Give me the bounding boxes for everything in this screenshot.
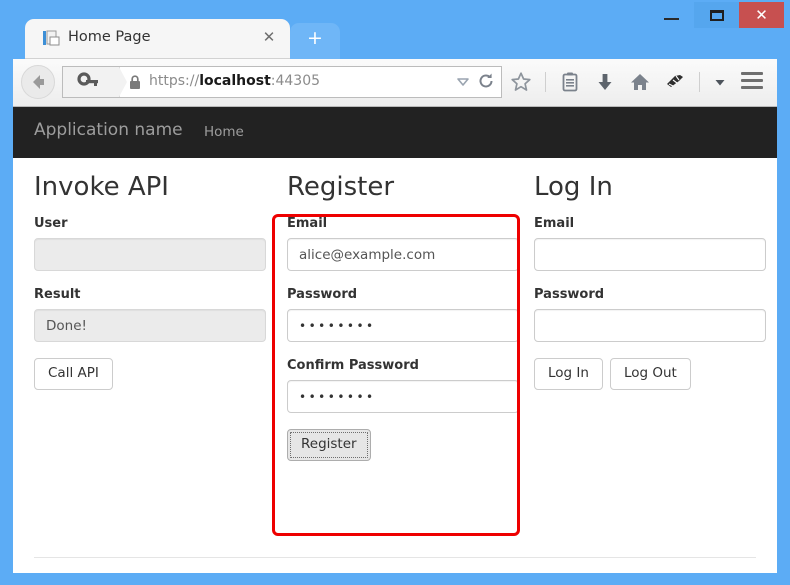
login-email-group: Email bbox=[534, 216, 766, 271]
result-label: Result bbox=[34, 287, 81, 302]
chevron-down-icon[interactable] bbox=[456, 74, 470, 88]
login-password-label: Password bbox=[534, 287, 605, 302]
new-tab-button[interactable]: + bbox=[290, 23, 340, 59]
site-identity-box[interactable] bbox=[63, 67, 127, 97]
register-password-input[interactable] bbox=[287, 309, 519, 342]
padlock-icon bbox=[130, 75, 140, 89]
browser-tab[interactable]: Home Page ✕ bbox=[25, 19, 290, 59]
minimize-icon bbox=[664, 17, 679, 20]
home-icon[interactable] bbox=[629, 71, 651, 93]
login-email-input[interactable] bbox=[534, 238, 766, 271]
register-button[interactable]: Register bbox=[287, 429, 371, 461]
invoke-api-title: Invoke API bbox=[34, 172, 169, 202]
register-email-group: Email bbox=[287, 216, 519, 271]
user-input[interactable] bbox=[34, 238, 266, 271]
back-arrow-icon bbox=[33, 75, 44, 89]
plus-icon: + bbox=[307, 27, 323, 49]
register-actions: Register bbox=[287, 429, 519, 461]
tab-close-icon[interactable]: ✕ bbox=[262, 30, 276, 45]
call-api-button[interactable]: Call API bbox=[34, 358, 113, 390]
url-port: :44305 bbox=[270, 73, 321, 89]
nav-link-home[interactable]: Home bbox=[204, 124, 244, 140]
register-password-group: Password bbox=[287, 287, 519, 342]
download-icon[interactable] bbox=[594, 71, 616, 93]
toolbar-separator bbox=[545, 72, 546, 92]
login-button[interactable]: Log In bbox=[534, 358, 603, 390]
register-panel: Register Email Password Confirm Password… bbox=[287, 172, 519, 461]
window-titlebar: ✕ Home Page ✕ + bbox=[0, 0, 790, 59]
star-icon[interactable] bbox=[510, 71, 532, 93]
maximize-button[interactable] bbox=[694, 2, 739, 28]
logout-button[interactable]: Log Out bbox=[609, 358, 691, 390]
register-confirm-input[interactable] bbox=[287, 380, 519, 413]
browser-toolbar: https://localhost:44305 bbox=[13, 59, 777, 107]
register-confirm-label: Confirm Password bbox=[287, 358, 419, 373]
user-field-group: User bbox=[34, 216, 266, 271]
register-password-label: Password bbox=[287, 287, 358, 302]
maximize-icon bbox=[709, 9, 724, 21]
login-title: Log In bbox=[534, 172, 613, 202]
invoke-api-actions: Call API bbox=[34, 358, 266, 390]
footer-divider bbox=[34, 557, 756, 558]
tab-title: Home Page bbox=[68, 29, 151, 45]
user-label: User bbox=[34, 216, 68, 231]
back-button[interactable] bbox=[21, 65, 55, 99]
minimize-button[interactable] bbox=[649, 2, 694, 28]
reload-icon[interactable] bbox=[477, 72, 495, 90]
result-field-group: Result bbox=[34, 287, 266, 342]
menu-icon[interactable] bbox=[741, 72, 763, 90]
chevron-down-icon[interactable] bbox=[713, 75, 727, 89]
url-text: https://localhost:44305 bbox=[149, 73, 320, 89]
reading-list-icon[interactable] bbox=[559, 71, 581, 93]
page-viewport: Application name Home Invoke API User Re… bbox=[13, 107, 777, 573]
url-scheme: https:// bbox=[149, 73, 200, 89]
register-confirm-group: Confirm Password bbox=[287, 358, 519, 413]
url-host: localhost bbox=[199, 73, 271, 89]
login-email-label: Email bbox=[534, 216, 575, 231]
login-password-input[interactable] bbox=[534, 309, 766, 342]
close-icon: ✕ bbox=[755, 5, 768, 24]
result-input[interactable] bbox=[34, 309, 266, 342]
page-icon bbox=[43, 30, 60, 47]
login-actions: Log In Log Out bbox=[534, 358, 766, 390]
site-navbar: Application name Home bbox=[13, 107, 777, 158]
invoke-api-panel: Invoke API User Result Call API bbox=[34, 172, 266, 390]
login-password-group: Password bbox=[534, 287, 766, 342]
extension-icon[interactable] bbox=[664, 71, 686, 93]
page-footer: © 2014 - My ASP.NET Application bbox=[34, 557, 756, 573]
login-panel: Log In Email Password Log In Log Out bbox=[534, 172, 766, 390]
browser-window: ✕ Home Page ✕ + https://localhost:44305 … bbox=[0, 0, 790, 585]
register-email-input[interactable] bbox=[287, 238, 519, 271]
register-title: Register bbox=[287, 172, 395, 202]
brand-link[interactable]: Application name bbox=[34, 120, 183, 140]
toolbar-icon-group bbox=[510, 67, 727, 97]
address-bar[interactable]: https://localhost:44305 bbox=[62, 66, 502, 98]
toolbar-separator bbox=[699, 72, 700, 92]
address-bar-actions bbox=[456, 72, 495, 90]
register-email-label: Email bbox=[287, 216, 328, 231]
window-controls: ✕ bbox=[649, 2, 784, 28]
key-icon bbox=[77, 72, 98, 86]
close-window-button[interactable]: ✕ bbox=[739, 2, 784, 28]
